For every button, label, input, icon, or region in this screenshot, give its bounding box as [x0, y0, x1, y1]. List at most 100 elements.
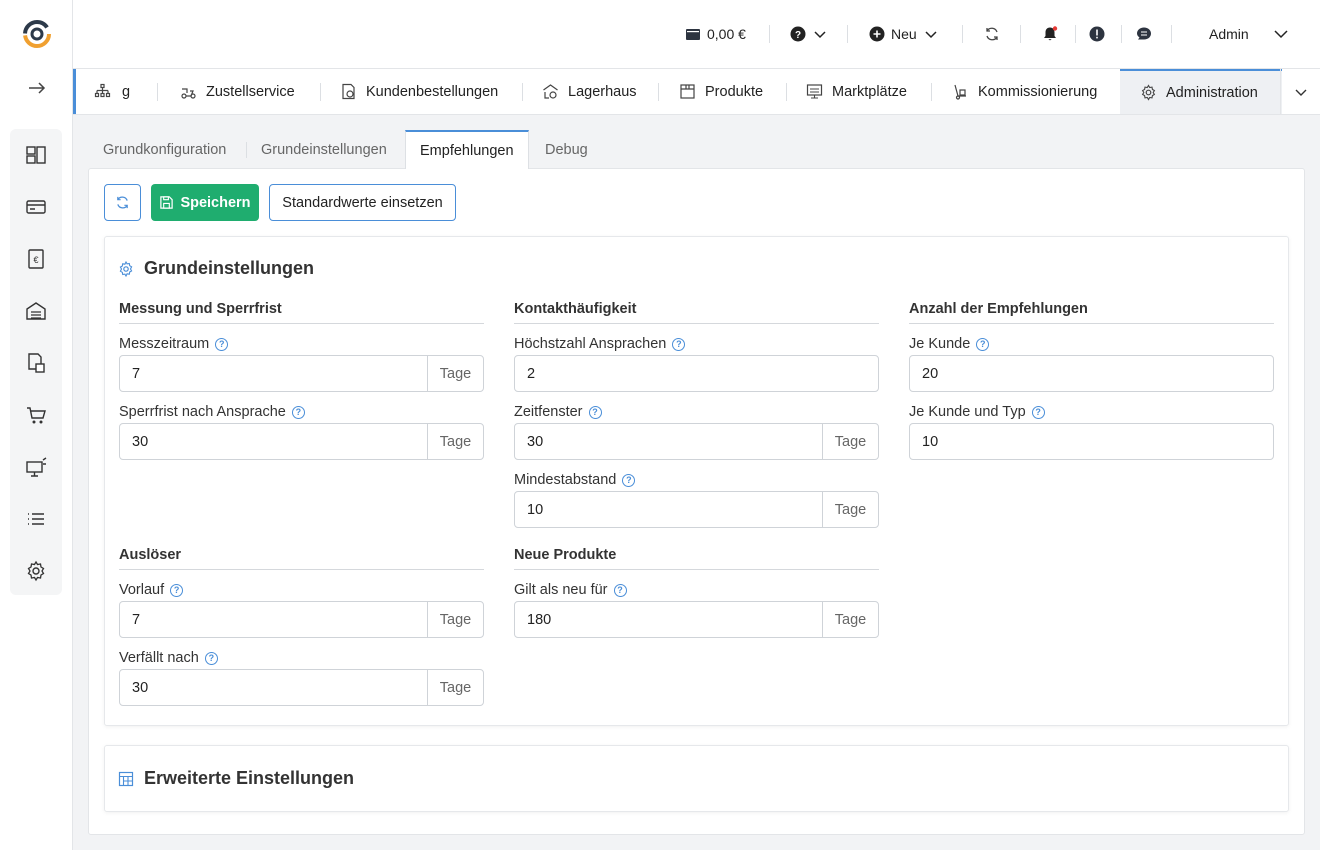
sync-icon	[986, 27, 998, 41]
subtab-grundeinstellungen[interactable]: Grundeinstellungen	[247, 130, 401, 169]
floppy-disk-icon	[160, 196, 174, 209]
marketing-monitor-icon[interactable]	[10, 441, 62, 493]
messzeitraum-input[interactable]	[120, 356, 427, 391]
insert-defaults-button[interactable]: Standardwerte einsetzen	[269, 184, 456, 221]
dashboard-icon[interactable]	[10, 129, 62, 181]
zeitfenster-input[interactable]	[515, 424, 822, 459]
basic-settings-title: Grundeinstellungen	[118, 258, 314, 279]
invoice-euro-icon[interactable]: €	[10, 233, 62, 285]
list-icon[interactable]	[10, 493, 62, 545]
tab-label: Lagerhaus	[568, 83, 637, 100]
payment-card-icon[interactable]	[10, 181, 62, 233]
tab-produkte[interactable]: Produkte	[679, 69, 763, 114]
unit-addon: Tage	[822, 492, 878, 527]
label-messzeitraum: Messzeitraum?	[119, 336, 229, 352]
new-menu[interactable]: Neu	[869, 22, 939, 46]
verfaellt-field: Tage	[119, 669, 484, 706]
chat-icon	[1137, 27, 1151, 40]
help-icon[interactable]: ?	[588, 405, 602, 419]
section-anzahl: Anzahl der Empfehlungen	[909, 294, 1274, 324]
customer-orders-icon	[342, 83, 355, 100]
help-icon[interactable]: ?	[1031, 405, 1045, 419]
alerts-button[interactable]	[1089, 22, 1105, 46]
help-menu[interactable]: ?	[790, 22, 828, 46]
balance-amount: 0,00 €	[707, 26, 746, 42]
label-vorlauf: Vorlauf?	[119, 582, 184, 598]
save-button[interactable]: Speichern	[151, 184, 259, 221]
label-je-kunde: Je Kunde?	[909, 336, 990, 352]
more-tabs-button[interactable]	[1280, 69, 1320, 114]
mindestabstand-input[interactable]	[515, 492, 822, 527]
top-header: 0,00 € ? Neu Admin	[73, 0, 1320, 69]
warehouse-cog-icon	[543, 84, 558, 99]
verfaellt-input[interactable]	[120, 670, 427, 705]
unit-addon: Tage	[822, 602, 878, 637]
vorlauf-input[interactable]	[120, 602, 427, 637]
unit-addon: Tage	[427, 602, 483, 637]
chevron-down-icon	[814, 31, 826, 39]
label-mindestabstand: Mindestabstand?	[514, 472, 636, 488]
expand-sidebar-arrow-icon[interactable]	[26, 77, 48, 99]
help-icon[interactable]: ?	[622, 473, 636, 487]
gilt-neu-input[interactable]	[515, 602, 822, 637]
sitemap-icon	[94, 83, 111, 98]
tab-marktplaetze[interactable]: Marktplätze	[806, 69, 907, 114]
unit-addon: Tage	[427, 670, 483, 705]
insert-defaults-label: Standardwerte einsetzen	[282, 194, 443, 211]
subtab-empfehlungen[interactable]: Empfehlungen	[405, 130, 529, 169]
je-kunde-input[interactable]	[910, 356, 1273, 391]
subtab-debug[interactable]: Debug	[531, 130, 602, 169]
tab-lagerhaus[interactable]: Lagerhaus	[542, 69, 637, 114]
wallet-balance[interactable]: 0,00 €	[685, 22, 746, 46]
module-tabs: g Zustellservice Kundenbestellungen Lage…	[73, 69, 1320, 115]
advanced-settings-title[interactable]: Erweiterte Einstellungen	[118, 768, 354, 789]
chevron-down-icon	[1274, 30, 1288, 39]
plus-circle-icon	[869, 26, 885, 42]
app-logo[interactable]	[22, 19, 52, 49]
tab-label: Zustellservice	[206, 83, 295, 100]
help-icon[interactable]: ?	[291, 405, 305, 419]
sync-button[interactable]	[984, 22, 1000, 46]
label-gilt-neu: Gilt als neu für?	[514, 582, 627, 598]
unit-addon: Tage	[427, 356, 483, 391]
user-menu[interactable]: Admin	[1209, 22, 1289, 46]
label-je-kunde-typ: Je Kunde und Typ?	[909, 404, 1045, 420]
documents-icon[interactable]	[10, 337, 62, 389]
je-kunde-typ-input[interactable]	[910, 424, 1273, 459]
tab-administration[interactable]: Administration	[1120, 69, 1282, 114]
svg-text:€: €	[33, 255, 38, 265]
tab-kommissionierung[interactable]: Kommissionierung	[952, 69, 1097, 114]
help-icon[interactable]: ?	[204, 651, 218, 665]
tab-truncated[interactable]: g	[94, 69, 130, 114]
label-sperrfrist: Sperrfrist nach Ansprache?	[119, 404, 305, 420]
help-icon[interactable]: ?	[215, 337, 229, 351]
help-icon[interactable]: ?	[672, 337, 686, 351]
subtab-grundkonfiguration[interactable]: Grundkonfiguration	[89, 130, 240, 169]
sperrfrist-input[interactable]	[120, 424, 427, 459]
tab-scroll-indicator	[73, 69, 76, 114]
product-box-icon	[680, 84, 695, 99]
chevron-down-icon	[925, 31, 937, 39]
new-label: Neu	[891, 26, 917, 42]
shopping-cart-icon[interactable]	[10, 389, 62, 441]
tab-kundenbestellungen[interactable]: Kundenbestellungen	[340, 69, 498, 114]
user-name: Admin	[1209, 26, 1249, 42]
hoechstzahl-input[interactable]	[515, 356, 878, 391]
help-icon[interactable]: ?	[613, 583, 627, 597]
label-zeitfenster: Zeitfenster?	[514, 404, 602, 420]
help-icon[interactable]: ?	[170, 583, 184, 597]
gear-icon	[119, 260, 133, 277]
advanced-grid-icon	[118, 771, 134, 786]
refresh-button[interactable]	[104, 184, 141, 221]
warehouse-icon[interactable]	[10, 285, 62, 337]
notifications-button[interactable]	[1042, 22, 1058, 46]
messages-button[interactable]	[1136, 22, 1152, 46]
settings-gear-icon[interactable]	[10, 545, 62, 597]
unit-addon: Tage	[427, 424, 483, 459]
hand-truck-icon	[954, 84, 966, 100]
section-ausloeser: Auslöser	[119, 540, 484, 570]
je-kunde-field	[909, 355, 1274, 392]
tab-zustellservice[interactable]: Zustellservice	[180, 69, 295, 114]
help-icon[interactable]: ?	[976, 337, 990, 351]
tab-label: Administration	[1166, 84, 1258, 101]
